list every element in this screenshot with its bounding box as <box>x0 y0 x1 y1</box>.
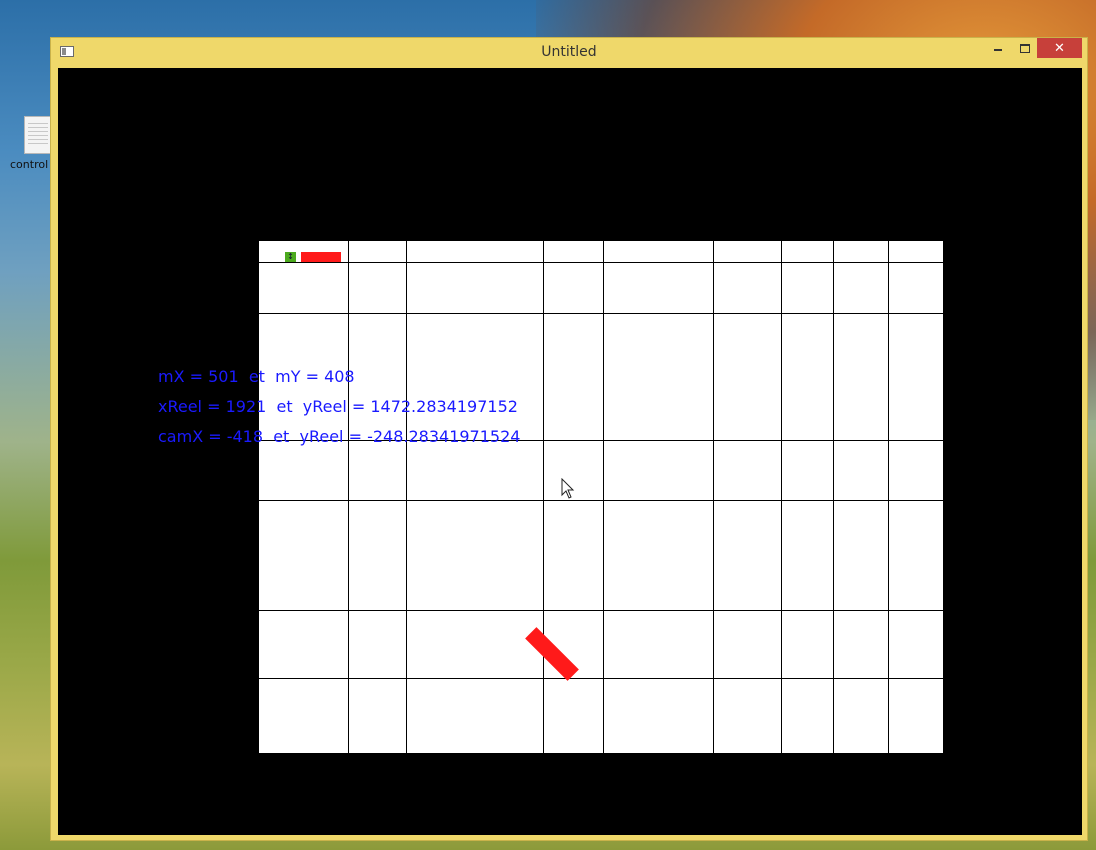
debug-real-coords: xReel = 1921 et yReel = 1472.2834197152 <box>158 397 518 416</box>
debug-camera-coords: camX = -418 et yReel = -248.28341971524 <box>158 427 521 446</box>
app-window: Untitled ✕ ↕ mX = 501 et mY = 408 xReel … <box>50 37 1088 841</box>
grid-line-vertical <box>833 241 834 753</box>
close-icon: ✕ <box>1054 40 1065 56</box>
mouse-cursor-icon <box>561 478 575 499</box>
grid-line-horizontal <box>259 500 943 501</box>
game-canvas[interactable]: ↕ mX = 501 et mY = 408 xReel = 1921 et y… <box>58 68 1082 835</box>
minimize-button[interactable] <box>986 38 1010 58</box>
green-item-icon: ↕ <box>285 252 296 262</box>
text-document-icon <box>24 116 52 154</box>
grid-line-vertical <box>406 241 407 753</box>
maximize-icon <box>1020 43 1030 53</box>
grid-line-vertical <box>713 241 714 753</box>
title-bar[interactable]: Untitled ✕ <box>51 38 1087 68</box>
window-title: Untitled <box>541 44 597 60</box>
grid-line-vertical <box>348 241 349 753</box>
grid-line-vertical <box>888 241 889 753</box>
grid-line-horizontal <box>259 678 943 679</box>
health-bar <box>301 252 341 262</box>
minimize-icon <box>994 49 1002 51</box>
debug-mouse-coords: mX = 501 et mY = 408 <box>158 367 355 386</box>
maximize-button[interactable] <box>1013 38 1037 58</box>
grid-line-horizontal <box>259 313 943 314</box>
grid-line-vertical <box>781 241 782 753</box>
close-button[interactable]: ✕ <box>1037 38 1082 58</box>
grid-line-horizontal <box>259 610 943 611</box>
red-stick-sprite <box>525 627 579 681</box>
grid-line-horizontal <box>259 262 943 263</box>
grid-line-vertical <box>603 241 604 753</box>
game-board[interactable]: ↕ <box>259 241 943 753</box>
grid-line-vertical <box>543 241 544 753</box>
